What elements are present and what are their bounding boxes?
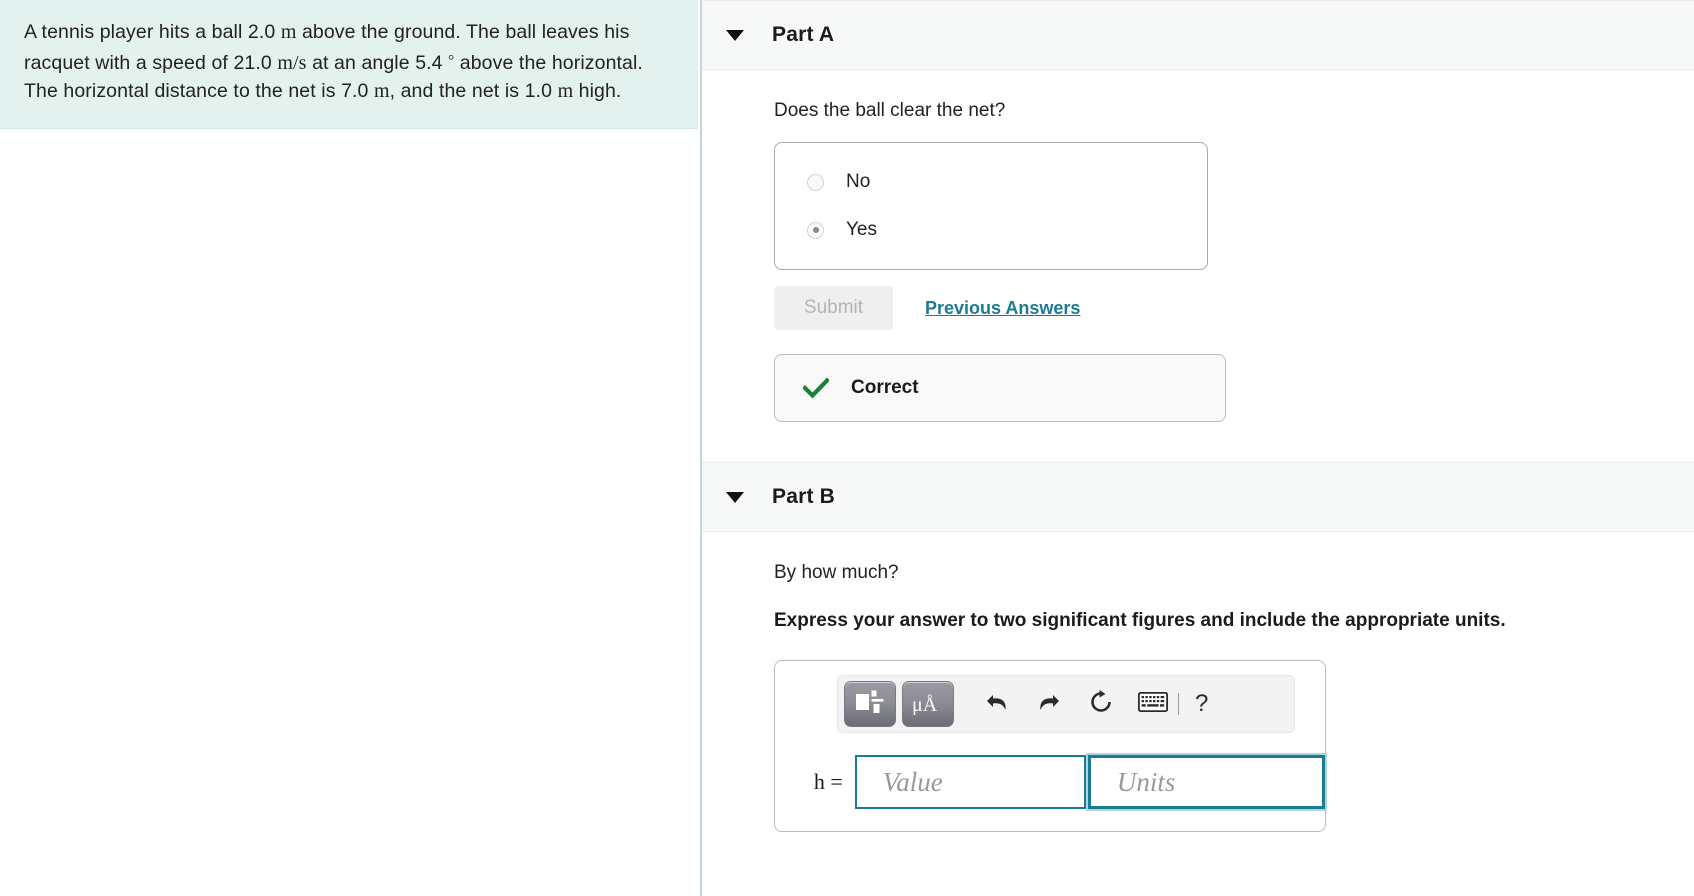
value-input[interactable]: Value [854,755,1086,809]
answer-entry-row: h = Value Units [797,755,1325,809]
feedback-label-correct: Correct [851,377,919,398]
problem-sentence-part-5: , and the net is 1.0 [389,80,553,102]
units-button[interactable]: μÅ [902,681,954,727]
part-b-instruction: Express your answer to two significant f… [774,610,1506,631]
part-a-title: Part A [772,23,835,46]
problem-sentence-part-3: at an angle 5.4 [312,51,443,74]
choice-label-yes: Yes [846,219,877,240]
answer-toolbar: μÅ ? [837,675,1295,733]
units-placeholder: Units [1116,766,1176,797]
problem-sentence-part-6: high. [578,80,622,102]
previous-answers-link[interactable]: Previous Answers [925,298,1080,319]
choice-option-no[interactable]: No [807,169,1207,195]
caret-down-icon[interactable] [726,491,744,503]
template-layout-button[interactable] [844,681,896,727]
radio-button-yes[interactable] [807,221,824,239]
undo-button[interactable] [982,679,1012,729]
problem-sentence-part-1: A tennis player hits a ball 2.0 [24,21,276,43]
degree-symbol: ° [448,52,455,69]
page-root: A tennis player hits a ball 2.0 m above … [0,0,1694,896]
keyboard-icon [1137,691,1169,717]
keyboard-button[interactable] [1137,679,1169,729]
redo-button[interactable] [1034,679,1064,729]
problem-pane: A tennis player hits a ball 2.0 m above … [0,0,700,896]
answer-pane: Part A Does the ball clear the net? No Y… [702,0,1694,896]
choice-option-yes[interactable]: Yes [807,217,1207,243]
part-a-header[interactable]: Part A [702,0,1694,70]
undo-arrow-icon [984,690,1010,719]
check-mark-icon [802,377,830,399]
part-b-body: By how much? Express your answer to two … [702,560,1694,832]
choice-label-no: No [846,171,871,192]
part-a-question: Does the ball clear the net? [774,100,1006,121]
answer-entry-panel: μÅ ? h = Value Units [774,660,1326,832]
unit-meters-2: m [374,80,390,102]
help-button[interactable]: ? [1189,690,1214,718]
problem-statement-text: A tennis player hits a ball 2.0 m above … [24,18,670,106]
redo-arrow-icon [1036,690,1062,719]
reset-circular-arrow-icon [1088,689,1114,720]
toolbar-separator [1178,693,1179,715]
part-a-body: Does the ball clear the net? No Yes Subm… [702,98,1694,422]
unit-meters-1: m [280,21,297,43]
micro-angstrom-icon: μÅ [911,689,945,720]
reset-button[interactable] [1086,679,1116,729]
svg-text:μÅ: μÅ [912,694,938,715]
part-b-header[interactable]: Part B [702,462,1694,532]
submit-button[interactable]: Submit [774,286,893,330]
part-b-question: By how much? [774,562,899,583]
units-input[interactable]: Units [1087,755,1325,809]
value-placeholder: Value [882,766,943,797]
variable-label: h = [813,769,843,794]
radio-button-no[interactable] [807,173,824,191]
part-a-choice-group: No Yes [774,142,1208,270]
problem-statement-box: A tennis player hits a ball 2.0 m above … [0,0,698,129]
template-icon [855,689,885,720]
unit-meters-per-second: m/s [277,51,307,74]
part-a-feedback-correct: Correct [774,354,1226,422]
part-b-title: Part B [772,485,836,508]
unit-meters-3: m [557,80,574,102]
caret-down-icon[interactable] [726,29,744,41]
part-a-actions: Submit Previous Answers [774,286,1670,330]
